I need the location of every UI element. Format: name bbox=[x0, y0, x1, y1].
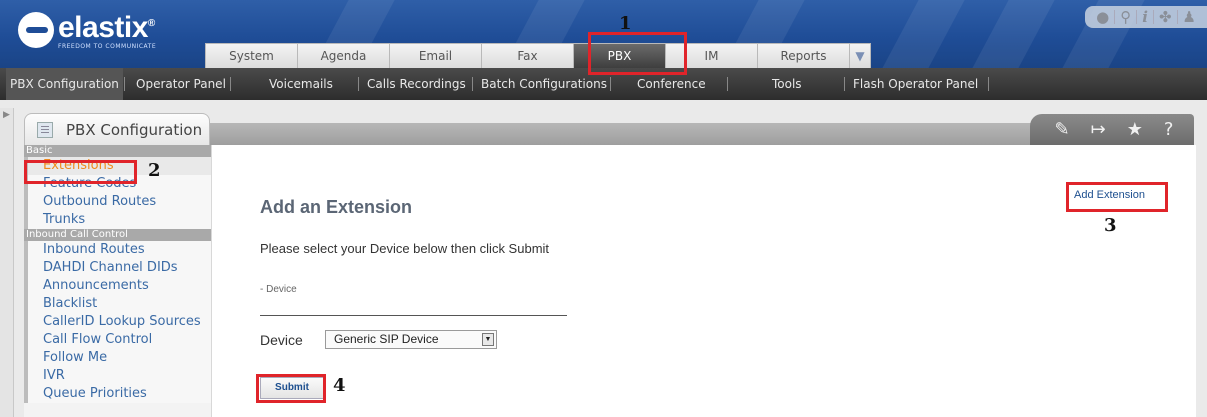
pin-icon[interactable]: ↦ bbox=[1091, 119, 1106, 140]
expand-arrow-icon: ▶ bbox=[3, 110, 10, 120]
sidebar-item-queue-priorities[interactable]: Queue Priorities bbox=[24, 385, 211, 403]
main-content: Add an Extension Please select your Devi… bbox=[212, 145, 1196, 417]
logo-name: elastix® bbox=[58, 11, 155, 44]
sidebar-item-callerid-lookup-sources[interactable]: CallerID Lookup Sources bbox=[24, 313, 211, 331]
sidebar-item-blacklist[interactable]: Blacklist bbox=[24, 295, 211, 313]
sidebar-item-outbound-routes[interactable]: Outbound Routes bbox=[24, 193, 211, 211]
chevron-down-icon[interactable]: ▼ bbox=[849, 43, 871, 68]
dropdown-arrow-icon[interactable]: ▼ bbox=[482, 333, 494, 346]
sidebar-item-ivr[interactable]: IVR bbox=[24, 367, 211, 385]
info-icon[interactable]: i bbox=[1137, 8, 1153, 26]
top-icon-bar: ● ⚲ i ✤ ♟ bbox=[1085, 6, 1207, 28]
tab-agenda[interactable]: Agenda bbox=[297, 43, 390, 68]
sidebar-item-trunks[interactable]: Trunks bbox=[24, 211, 211, 229]
module-icon bbox=[37, 121, 53, 138]
tab-system[interactable]: System bbox=[205, 43, 298, 68]
drop-icon[interactable]: ● bbox=[1091, 8, 1114, 26]
sidebar-section-inbound: Inbound Call Control bbox=[24, 229, 211, 241]
module-title: PBX Configuration bbox=[66, 120, 203, 139]
device-section-label: - Device bbox=[260, 284, 297, 295]
annotation-number-3: 3 bbox=[1104, 215, 1117, 236]
annotation-number-4: 4 bbox=[333, 375, 346, 396]
module-tab: PBX Configuration bbox=[24, 113, 210, 145]
sidebar-item-follow-me[interactable]: Follow Me bbox=[24, 349, 211, 367]
annotation-number-2: 2 bbox=[148, 160, 161, 181]
logo-mark-icon bbox=[18, 12, 54, 48]
instruction-text: Please select your Device below then cli… bbox=[260, 241, 550, 256]
tab-reports[interactable]: Reports bbox=[757, 43, 850, 68]
sidebar-item-call-flow-control[interactable]: Call Flow Control bbox=[24, 331, 211, 349]
annotation-box-3 bbox=[1066, 182, 1168, 212]
annotation-box-2 bbox=[24, 160, 137, 184]
submenu-pbx-configuration[interactable]: PBX Configuration bbox=[6, 68, 123, 100]
logo-tagline: FREEDOM TO COMMUNICATE bbox=[58, 43, 157, 50]
submenu-voicemails[interactable]: Voicemails bbox=[269, 68, 333, 100]
annotation-number-1: 1 bbox=[619, 13, 632, 34]
app-root: elastix® FREEDOM TO COMMUNICATE System A… bbox=[0, 0, 1207, 417]
star-icon[interactable]: ★ bbox=[1127, 119, 1143, 140]
section-divider bbox=[260, 315, 567, 316]
page-title: Add an Extension bbox=[260, 197, 413, 217]
device-label: Device bbox=[260, 332, 303, 348]
sidebar: Basic Extensions Feature Codes Outbound … bbox=[24, 145, 212, 417]
submenu-calls-recordings[interactable]: Calls Recordings bbox=[367, 68, 466, 100]
puzzle-icon[interactable]: ✤ bbox=[1154, 8, 1177, 26]
annotation-box-1 bbox=[588, 32, 687, 75]
user-icon[interactable]: ♟ bbox=[1178, 8, 1201, 26]
search-icon[interactable]: ⚲ bbox=[1115, 8, 1136, 26]
sidebar-item-inbound-routes[interactable]: Inbound Routes bbox=[24, 241, 211, 259]
annotation-box-4 bbox=[256, 374, 326, 403]
edit-icon[interactable]: ✎ bbox=[1055, 119, 1070, 140]
sidebar-section-basic: Basic bbox=[24, 145, 211, 157]
help-icon[interactable]: ? bbox=[1164, 119, 1174, 140]
module-tools: ✎ ↦ ★ ? bbox=[1030, 114, 1194, 145]
sidebar-item-announcements[interactable]: Announcements bbox=[24, 277, 211, 295]
device-select[interactable]: Generic SIP Device ▼ bbox=[325, 330, 497, 349]
sidebar-item-dahdi-channel-dids[interactable]: DAHDI Channel DIDs bbox=[24, 259, 211, 277]
tab-email[interactable]: Email bbox=[389, 43, 482, 68]
submenu-operator-panel[interactable]: Operator Panel bbox=[136, 68, 226, 100]
tab-fax[interactable]: Fax bbox=[481, 43, 574, 68]
device-select-value: Generic SIP Device bbox=[334, 332, 439, 346]
elastix-logo[interactable]: elastix® FREEDOM TO COMMUNICATE bbox=[18, 10, 156, 50]
sidebar-toggle[interactable]: ▶ bbox=[0, 108, 14, 417]
submenu-flash-operator-panel[interactable]: Flash Operator Panel bbox=[853, 68, 978, 100]
main-tabs: System Agenda Email Fax PBX IM Reports ▼ bbox=[205, 43, 871, 68]
submenu-tools[interactable]: Tools bbox=[772, 68, 802, 100]
